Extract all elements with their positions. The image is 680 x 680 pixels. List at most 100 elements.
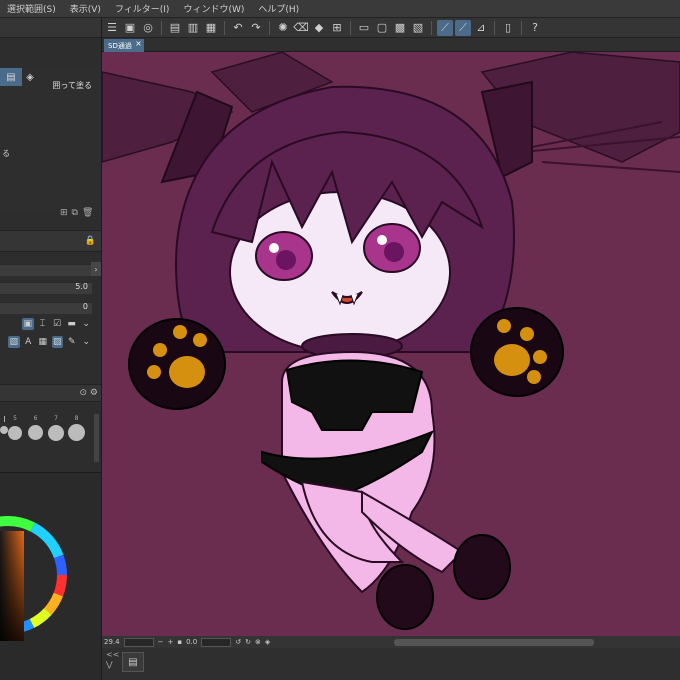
reset-rotation-icon[interactable]: ⊗ [255, 638, 261, 646]
rotate-left-icon[interactable]: ↺ [235, 638, 241, 646]
reference-layer-icon[interactable]: ▣ [22, 318, 34, 330]
mode-icon[interactable]: ▧ [8, 336, 20, 348]
open-file-icon[interactable]: ▤ [167, 20, 183, 36]
eye-icon[interactable]: ◎ [140, 20, 156, 36]
chevron-down-icon[interactable]: ⌄ [80, 318, 92, 330]
new-file-icon[interactable]: ▣ [122, 20, 138, 36]
menu-help[interactable]: ヘルプ(H) [251, 2, 306, 15]
fit-icon[interactable]: ▪ [177, 638, 182, 646]
brush-size-preset[interactable]: 6 [28, 414, 43, 440]
setting-slider[interactable] [0, 264, 92, 276]
save-icon[interactable]: ▥ [185, 20, 201, 36]
panel-toggle-icon[interactable]: ▤ [122, 652, 144, 672]
command-bar: ☰ ▣ ◎ ▤ ▥ ▦ ↶ ↷ ✺ ⌫ ◆ ⊞ ▭ ▢ ▩ ▧ ⟋ ⟋ ⊿ ▯ … [102, 18, 680, 38]
select-all-icon[interactable]: ▭ [356, 20, 372, 36]
tool-prop-text: る [2, 149, 10, 158]
undo-icon[interactable]: ↶ [230, 20, 246, 36]
toolbar-divider [350, 20, 351, 35]
tool-property-panel: ▤ ◈ 囲って塗る る [0, 66, 101, 212]
tool-option-icons-row: ▧ A ▦ ▨ ✎ ⌄ [0, 334, 92, 350]
snap-ruler-icon[interactable]: ⟋ [437, 19, 453, 36]
text-icon[interactable]: A [23, 336, 35, 348]
menu-selection[interactable]: 選択範囲(S) [0, 2, 63, 15]
bottom-side-arrows[interactable]: << ⋁ [106, 650, 119, 670]
layer-icon[interactable]: ▦ [37, 336, 49, 348]
tool-prop-icons: ⊞ ⧉ 🗑 [60, 208, 93, 218]
export-icon[interactable]: ▦ [203, 20, 219, 36]
loading-icon[interactable]: ✺ [275, 20, 291, 36]
color-wheel[interactable] [0, 473, 102, 673]
brush-size-slider[interactable]: 5.0 [0, 282, 92, 294]
paint-icon[interactable]: ✎ [66, 336, 78, 348]
brush-size-palette: 5 6 7 8 9 10 [0, 414, 94, 464]
settings-icons[interactable]: ⊙ ⚙ [80, 388, 98, 398]
selection-layer-icon[interactable]: ▧ [410, 20, 426, 36]
brush-size-scrollbar[interactable] [94, 414, 99, 462]
close-icon[interactable]: × [135, 39, 142, 48]
left-paw [128, 318, 226, 410]
menu-view[interactable]: 表示(V) [63, 2, 108, 15]
left-foot [376, 564, 434, 630]
toolbar-divider [521, 20, 522, 35]
artwork [102, 52, 680, 636]
invert-selection-icon[interactable]: ▩ [392, 20, 408, 36]
brush-size-preset[interactable]: 8 [68, 414, 85, 441]
snap-grid-icon[interactable]: ⊿ [473, 20, 489, 36]
trash-icon[interactable]: 🗑 [82, 208, 93, 218]
canvas-tab-bar: SD通過 × [102, 38, 680, 52]
toolbar-divider [224, 20, 225, 35]
angle-field[interactable] [201, 637, 232, 647]
menu-filter[interactable]: フィルター(I) [108, 2, 177, 15]
opacity-value: 0 [82, 302, 88, 311]
device-icon[interactable]: ▯ [500, 20, 516, 36]
ruler-icon[interactable]: ⌶ [37, 318, 49, 330]
chevron-down-icon[interactable]: ⌄ [81, 336, 93, 348]
deselect-icon[interactable]: ▢ [374, 20, 390, 36]
right-paw [470, 307, 564, 397]
palette-header [0, 18, 101, 38]
toolbar-divider [494, 20, 495, 35]
drawing-canvas[interactable] [102, 52, 680, 636]
help-icon[interactable]: ? [527, 20, 543, 36]
fill-tool-tab[interactable]: ▤ [0, 68, 22, 86]
toolbar-divider [161, 20, 162, 35]
brush-size-preset[interactable] [0, 416, 8, 434]
clear-icon[interactable]: ⌫ [293, 20, 309, 36]
menu-window[interactable]: ウィンドウ(W) [176, 2, 251, 15]
right-foot [453, 534, 511, 600]
snap-special-ruler-icon[interactable]: ⟋ [455, 19, 471, 36]
zoom-value[interactable]: 29.4 [104, 638, 120, 646]
opacity-slider[interactable]: 0 [0, 302, 92, 314]
transform-icon[interactable]: ⊞ [329, 20, 345, 36]
canvas-status-bar: 29.4 − + ▪ 0.0 ↺ ↻ ⊗ ◈ [102, 636, 680, 648]
checkbox-icon[interactable]: ☑ [51, 318, 63, 330]
lock-icon[interactable]: 🔒 [85, 236, 96, 246]
copy-icon[interactable]: ⧉ [72, 208, 78, 218]
angle-value[interactable]: 0.0 [186, 638, 197, 646]
fill-subtool-icon[interactable]: ◈ [22, 68, 38, 86]
brush-size-value: 5.0 [75, 282, 88, 291]
horizontal-scrollbar[interactable] [394, 638, 595, 646]
zoom-in-icon[interactable]: + [167, 638, 173, 646]
menu-bar: 選択範囲(S) 表示(V) フィルター(I) ウィンドウ(W) ヘルプ(H) [0, 0, 680, 18]
chevron-right-icon[interactable]: › [91, 262, 101, 276]
selection-icon[interactable]: ▨ [51, 336, 63, 348]
bottom-dock: << ⋁ ▤ [102, 648, 680, 680]
brush-size-preset[interactable]: 5 [8, 414, 22, 440]
folder-icon[interactable]: ▬ [66, 318, 78, 330]
redo-icon[interactable]: ↷ [248, 20, 264, 36]
zoom-out-icon[interactable]: − [158, 638, 164, 646]
brush-size-preset[interactable]: 7 [48, 414, 64, 441]
flip-icon[interactable]: ◈ [265, 638, 270, 646]
add-icon[interactable]: ⊞ [60, 208, 68, 218]
zoom-field[interactable] [123, 637, 154, 647]
left-palette-dock: ▤ ◈ 囲って塗る る ⊞ ⧉ 🗑 🔒 › 5.0 0 ▣ ⌶ ☑ ▬ ⌄ ▧ … [0, 18, 102, 680]
brush-size-header: ⊙ ⚙ [0, 384, 101, 402]
canvas-tab[interactable]: SD通過 × [104, 39, 144, 52]
hamburger-icon[interactable]: ☰ [104, 20, 120, 36]
sub-tool-detail-header: 🔒 [0, 230, 101, 252]
toolbar-divider [431, 20, 432, 35]
fill-icon[interactable]: ◆ [311, 20, 327, 36]
enclose-fill-label[interactable]: 囲って塗る [52, 80, 92, 91]
rotate-right-icon[interactable]: ↻ [245, 638, 251, 646]
